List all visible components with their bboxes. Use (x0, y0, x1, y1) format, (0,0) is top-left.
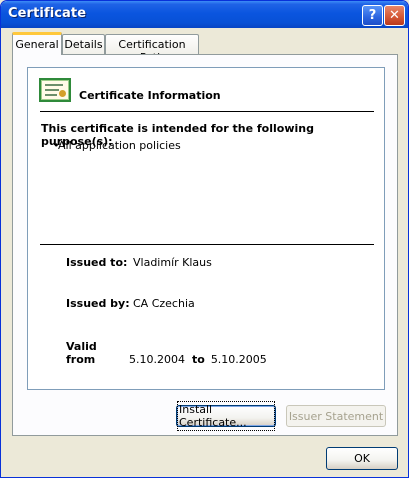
issued-by-value: CA Czechia (133, 297, 195, 310)
divider (40, 111, 374, 112)
tab-details[interactable]: Details (62, 34, 105, 54)
purpose-list: •All application policies (53, 139, 181, 152)
tab-details-label: Details (64, 38, 103, 51)
title-bar[interactable]: Certificate ? ✕ (1, 1, 408, 28)
valid-to-label: to (191, 353, 205, 366)
issued-by-row: Issued by: CA Czechia (66, 297, 195, 310)
valid-from-value: 5.10.2004 (129, 353, 185, 366)
general-tab-panel: Certificate Information This certificate… (12, 54, 398, 436)
close-glyph: ✕ (389, 8, 400, 23)
window-title: Certificate (8, 6, 87, 21)
issued-to-row: Issued to: Vladimír Klaus (66, 256, 212, 269)
help-glyph: ? (368, 8, 377, 23)
certificate-info-heading: Certificate Information (79, 89, 221, 102)
ok-button[interactable]: OK (326, 447, 398, 470)
tab-general[interactable]: General (12, 32, 62, 55)
issued-to-value: Vladimír Klaus (133, 256, 212, 269)
ok-label: OK (354, 452, 370, 465)
issued-to-label: Issued to: (66, 256, 128, 269)
issuer-statement-label: Issuer Statement (288, 409, 384, 423)
divider (40, 244, 374, 245)
valid-to-value: 5.10.2005 (210, 353, 267, 366)
certificate-info-box: Certificate Information This certificate… (27, 67, 385, 390)
close-icon[interactable]: ✕ (384, 5, 405, 26)
tab-certification-path[interactable]: Certification Path (105, 34, 199, 64)
issued-by-label: Issued by: (66, 297, 130, 310)
help-icon[interactable]: ? (362, 5, 383, 26)
certificate-dialog: Certificate ? ✕ General Details Certific… (0, 0, 409, 478)
valid-from-label: Valid from (66, 340, 97, 366)
issuer-statement-button[interactable]: Issuer Statement (286, 405, 386, 427)
certificate-icon (39, 78, 71, 102)
validity-row: Valid from 5.10.2004 to 5.10.2005 (66, 340, 267, 366)
purpose-item: All application policies (58, 139, 181, 152)
install-certificate-label: Install Certificate... (177, 401, 275, 431)
install-certificate-button[interactable]: Install Certificate... (176, 401, 276, 431)
tab-general-label: General (15, 38, 59, 51)
